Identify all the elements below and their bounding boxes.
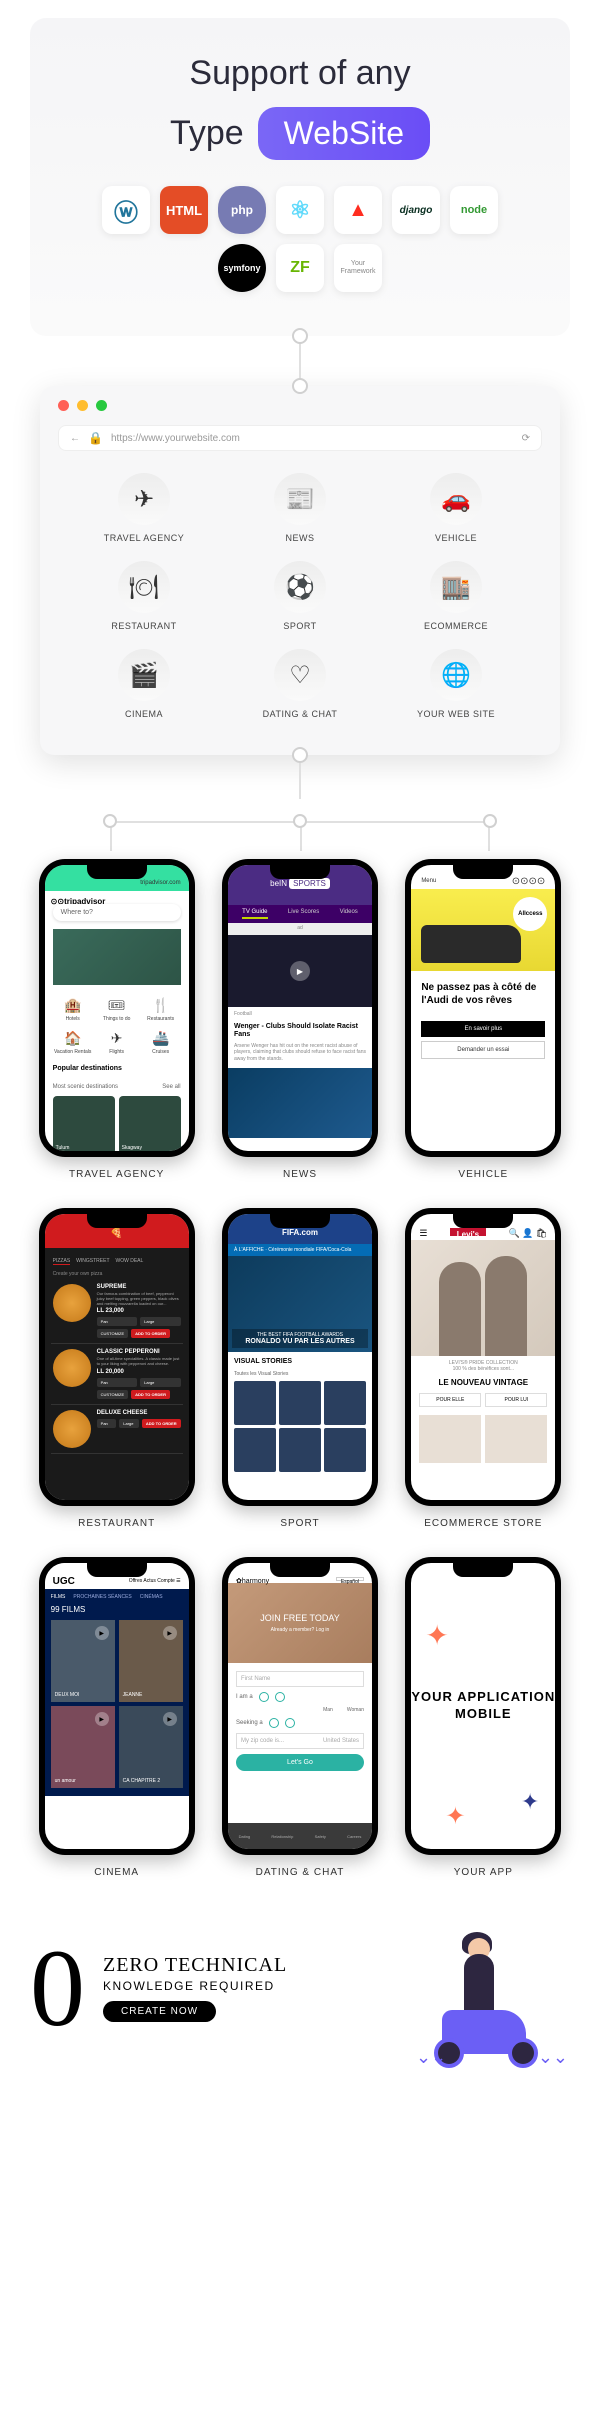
create-now-button[interactable]: CREATE NOW xyxy=(103,2001,216,2022)
hero-image xyxy=(53,929,181,985)
cta-primary: En savoir plus xyxy=(421,1021,545,1037)
car-image xyxy=(421,925,521,963)
hero-image xyxy=(411,1240,555,1356)
cat-cinema: 🎬CINEMA xyxy=(70,649,218,719)
footer-cta: 0 ZERO TECHNICAL KNOWLEDGE REQUIRED CREA… xyxy=(0,1878,600,2118)
phone-cinema: UGCOffres Actus Compte ☰ FILMSPROCHAINES… xyxy=(36,1557,197,1878)
category-grid: ✈TRAVEL AGENCY 📰NEWS 🚗VEHICLE 🍽RESTAURAN… xyxy=(40,451,560,729)
url-text: tripadvisor.com xyxy=(140,880,180,886)
laravel-icon: ▲ xyxy=(334,186,382,234)
scooter-illustration: ⌄⌄⌄⌄ xyxy=(420,1908,570,2068)
lock-icon: 🔒 xyxy=(88,431,103,445)
url-text: https://www.yourwebsite.com xyxy=(111,433,240,444)
cat-restaurant: 🍽RESTAURANT xyxy=(70,561,218,631)
symfony-icon: symfony xyxy=(218,244,266,292)
cat-ecommerce: 🏬ECOMMERCE xyxy=(382,561,530,631)
connector-line xyxy=(299,755,301,799)
branch-connector xyxy=(110,799,490,859)
phone-dating: ✿harmonyEspañol JOIN FREE TODAYAlready a… xyxy=(219,1557,380,1878)
phone-sport: FIFA.com À L'AFFICHE · Cérémonie mondial… xyxy=(219,1208,380,1529)
video-thumb: ▶ xyxy=(228,935,372,1007)
phone-your-app: YOUR APPLICATION MOBILE ✦ ✦ ✦ YOUR APP xyxy=(403,1557,564,1878)
connector-dot xyxy=(292,378,308,394)
cat-yoursite: 🌐YOUR WEB SITE xyxy=(382,649,530,719)
zend-icon: ZF xyxy=(276,244,324,292)
hero-type: Type xyxy=(170,114,244,153)
traffic-light-max xyxy=(96,400,107,411)
your-framework-icon: Your Framework xyxy=(334,244,382,292)
cta-secondary: Demander un essai xyxy=(421,1041,545,1059)
phone-news: beINSPORTS TV GuideLive ScoresVideos ad … xyxy=(219,859,380,1180)
phones-grid: tripadvisor.com ⊙⊙tripadvisor Where to? … xyxy=(0,859,600,1878)
phone-vehicle: Menu⊙⊙⊙⊙ Allccess Ne passez pas à côté d… xyxy=(403,859,564,1180)
tech-grid: ⓦ HTML php ⚛ ▲ django node symfony ZF Yo… xyxy=(58,186,542,292)
react-icon: ⚛ xyxy=(276,186,324,234)
cat-dating: ♡DATING & CHAT xyxy=(226,649,374,719)
connector-dot xyxy=(292,328,308,344)
shop-icon: 🏬 xyxy=(430,561,482,613)
heart-icon: ♡ xyxy=(274,649,326,701)
cat-news: 📰NEWS xyxy=(226,473,374,543)
footer-sub: KNOWLEDGE REQUIRED xyxy=(103,1979,402,1993)
phone-restaurant: 🍕 PIZZASWINGSTREETWOW DEAL Create your o… xyxy=(36,1208,197,1529)
django-icon: django xyxy=(392,186,440,234)
globe-icon: 🌐 xyxy=(430,649,482,701)
hero-pill: WebSite xyxy=(258,107,430,160)
hero-card: Support of any Type WebSite ⓦ HTML php ⚛… xyxy=(30,18,570,336)
food-icon: 🍽 xyxy=(118,561,170,613)
star-icon: ✦ xyxy=(425,1619,448,1652)
news-icon: 📰 xyxy=(274,473,326,525)
back-icon: ← xyxy=(70,433,80,444)
phone-travel: tripadvisor.com ⊙⊙tripadvisor Where to? … xyxy=(36,859,197,1180)
address-bar: ← 🔒 https://www.yourwebsite.com ⟳ xyxy=(58,425,542,451)
phone-ecommerce: ☰Levi's🔍 👤 🛍 LEVI'S® PRIDE COLLECTION100… xyxy=(403,1208,564,1529)
hero-image: THE BEST FIFA FOOTBALL AWARDSRONALDO VU … xyxy=(228,1256,372,1352)
film-icon: 🎬 xyxy=(118,649,170,701)
hero-image: JOIN FREE TODAYAlready a member? Log in xyxy=(228,1583,372,1663)
audi-logo: ⊙⊙⊙⊙ xyxy=(512,876,546,887)
article-image xyxy=(228,1068,372,1138)
connector-dot xyxy=(292,747,308,763)
hero-title: Support of any xyxy=(58,54,542,93)
ball-icon: ⚽ xyxy=(274,561,326,613)
refresh-icon: ⟳ xyxy=(522,433,530,444)
traffic-light-close xyxy=(58,400,69,411)
car-icon: 🚗 xyxy=(430,473,482,525)
footer-heading: ZERO TECHNICAL xyxy=(103,1954,402,1977)
node-icon: node xyxy=(450,186,498,234)
cat-vehicle: 🚗VEHICLE xyxy=(382,473,530,543)
zero-glyph: 0 xyxy=(30,1944,85,2032)
browser-mockup: ← 🔒 https://www.yourwebsite.com ⟳ ✈TRAVE… xyxy=(40,386,560,755)
plane-icon: ✈ xyxy=(118,473,170,525)
star-icon: ✦ xyxy=(521,1789,539,1815)
star-icon: ✦ xyxy=(445,1802,465,1831)
traffic-light-min xyxy=(77,400,88,411)
cat-sport: ⚽SPORT xyxy=(226,561,374,631)
connector-line xyxy=(299,336,301,386)
search-input: Where to? xyxy=(53,904,181,921)
html5-icon: HTML xyxy=(160,186,208,234)
php-icon: php xyxy=(218,186,266,234)
wordpress-icon: ⓦ xyxy=(102,186,150,234)
cat-travel: ✈TRAVEL AGENCY xyxy=(70,473,218,543)
